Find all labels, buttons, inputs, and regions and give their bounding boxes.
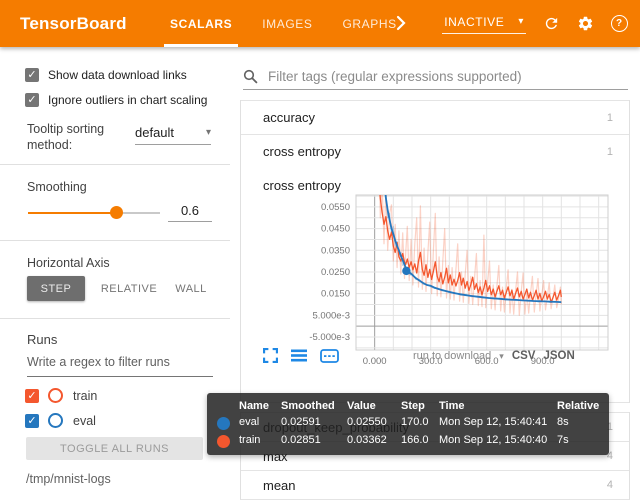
status-dropdown[interactable]: INACTIVE ▾ [442, 13, 526, 34]
logdir-path: /tmp/mnist-logs [26, 472, 111, 486]
tab-graphs[interactable]: GRAPHS [342, 0, 396, 47]
show-download-links-checkbox[interactable]: ✓ Show data download links [25, 68, 187, 82]
run-item-train[interactable]: ✓ train [25, 388, 97, 403]
svg-text:5.000e-3: 5.000e-3 [312, 310, 350, 321]
train-run-dot-icon [217, 435, 230, 448]
tooltip-col-step: Step [401, 400, 439, 412]
tab-images[interactable]: IMAGES [262, 0, 312, 47]
tab-bar: SCALARS IMAGES GRAPHS [170, 0, 397, 47]
caret-down-icon: ▾ [206, 128, 211, 138]
checkbox-checked-icon: ✓ [25, 68, 39, 82]
tag-group-cross-entropy[interactable]: cross entropy 1 [241, 134, 629, 168]
svg-text:0.0150: 0.0150 [321, 289, 350, 300]
run-color-swatch-eval [48, 413, 63, 428]
settings-gear-icon[interactable] [576, 15, 594, 33]
tag-groups-card: accuracy 1 cross entropy 1 cross entropy… [240, 100, 630, 403]
help-icon[interactable]: ? [610, 15, 628, 33]
cross-entropy-chart[interactable]: 0.000300.0600.0900.00.05500.04500.03500.… [241, 188, 629, 372]
refresh-icon[interactable] [542, 15, 560, 33]
filter-tags-row [243, 63, 628, 90]
chart-tooltip: Name Smoothed Value Step Time Relative e… [207, 393, 609, 455]
svg-text:-5.000e-3: -5.000e-3 [309, 332, 350, 343]
chart-selection-icon[interactable] [320, 349, 339, 363]
axis-wall-button[interactable]: WALL [168, 276, 214, 301]
axis-relative-button[interactable]: RELATIVE [92, 276, 166, 301]
tag-count-badge: 4 [607, 479, 613, 491]
cross-entropy-chart-card: cross entropy 0.000300.0600.0900.00.0550… [241, 168, 629, 403]
svg-text:0.0450: 0.0450 [321, 224, 350, 235]
tooltip-col-smoothed: Smoothed [281, 400, 347, 412]
toggle-all-runs-button[interactable]: TOGGLE ALL RUNS [26, 437, 203, 460]
divider [0, 318, 230, 319]
data-table-icon[interactable] [291, 349, 307, 363]
svg-text:0.0250: 0.0250 [321, 267, 350, 278]
tooltip-col-relative: Relative [557, 400, 603, 412]
checkbox-checked-icon: ✓ [25, 414, 39, 428]
runs-filter-input[interactable] [27, 355, 213, 377]
axis-step-button[interactable]: STEP [27, 276, 85, 301]
run-color-swatch-train [48, 388, 63, 403]
chart-footer-icons [263, 348, 339, 363]
run-item-eval[interactable]: ✓ eval [25, 413, 96, 428]
smoothing-label: Smoothing [27, 180, 87, 194]
csv-download-link[interactable]: CSV [512, 350, 536, 362]
header-actions: INACTIVE ▾ ? [442, 0, 628, 47]
fullscreen-icon[interactable] [263, 348, 278, 363]
tooltip-col-name: Name [239, 400, 281, 412]
search-icon [243, 69, 258, 84]
divider [0, 240, 230, 241]
run-to-download-dropdown[interactable]: run to download [413, 350, 491, 362]
smoothing-value[interactable]: 0.6 [168, 203, 212, 222]
tooltip-row: eval [239, 416, 281, 430]
tag-group-mean[interactable]: mean 4 [241, 470, 629, 499]
status-label: INACTIVE [444, 15, 504, 29]
svg-text:0.000: 0.000 [363, 356, 387, 367]
tensorboard-app: TensorBoard SCALARS IMAGES GRAPHS INACTI… [0, 0, 640, 503]
svg-text:0.0350: 0.0350 [321, 245, 350, 256]
horizontal-axis-label: Horizontal Axis [27, 256, 110, 270]
app-header: TensorBoard SCALARS IMAGES GRAPHS INACTI… [0, 0, 640, 47]
caret-down-icon: ▾ [518, 17, 524, 27]
tooltip-col-value: Value [347, 400, 401, 412]
tooltip-sorting-label: Tooltip sorting method: [27, 121, 127, 153]
tag-group-accuracy[interactable]: accuracy 1 [241, 100, 629, 134]
tooltip-corner [217, 400, 239, 412]
checkbox-checked-icon: ✓ [25, 93, 39, 107]
ignore-outliers-checkbox[interactable]: ✓ Ignore outliers in chart scaling [25, 93, 207, 107]
tooltip-col-time: Time [439, 400, 557, 412]
tab-scalars[interactable]: SCALARS [170, 0, 232, 47]
tabs-overflow-chevron-icon[interactable] [396, 15, 406, 36]
eval-run-dot-icon [217, 417, 230, 430]
sidebar: ✓ Show data download links ✓ Ignore outl… [0, 47, 230, 503]
smoothing-slider-fill [28, 212, 116, 214]
run-download-controls: run to download ▾ CSV JSON [413, 350, 575, 362]
tooltip-sorting-dropdown[interactable]: default ▾ [135, 125, 211, 145]
checkbox-checked-icon: ✓ [25, 389, 39, 403]
tag-count-badge: 1 [607, 112, 613, 124]
divider [0, 164, 230, 165]
caret-down-icon: ▾ [499, 351, 504, 362]
tag-count-badge: 1 [607, 146, 613, 158]
runs-label: Runs [27, 332, 57, 347]
svg-text:0.0550: 0.0550 [321, 202, 350, 213]
smoothing-slider-handle[interactable] [110, 206, 123, 219]
filter-tags-input[interactable] [266, 68, 628, 85]
tooltip-row: train [239, 434, 281, 448]
app-title: TensorBoard [20, 0, 127, 47]
json-download-link[interactable]: JSON [543, 350, 574, 362]
